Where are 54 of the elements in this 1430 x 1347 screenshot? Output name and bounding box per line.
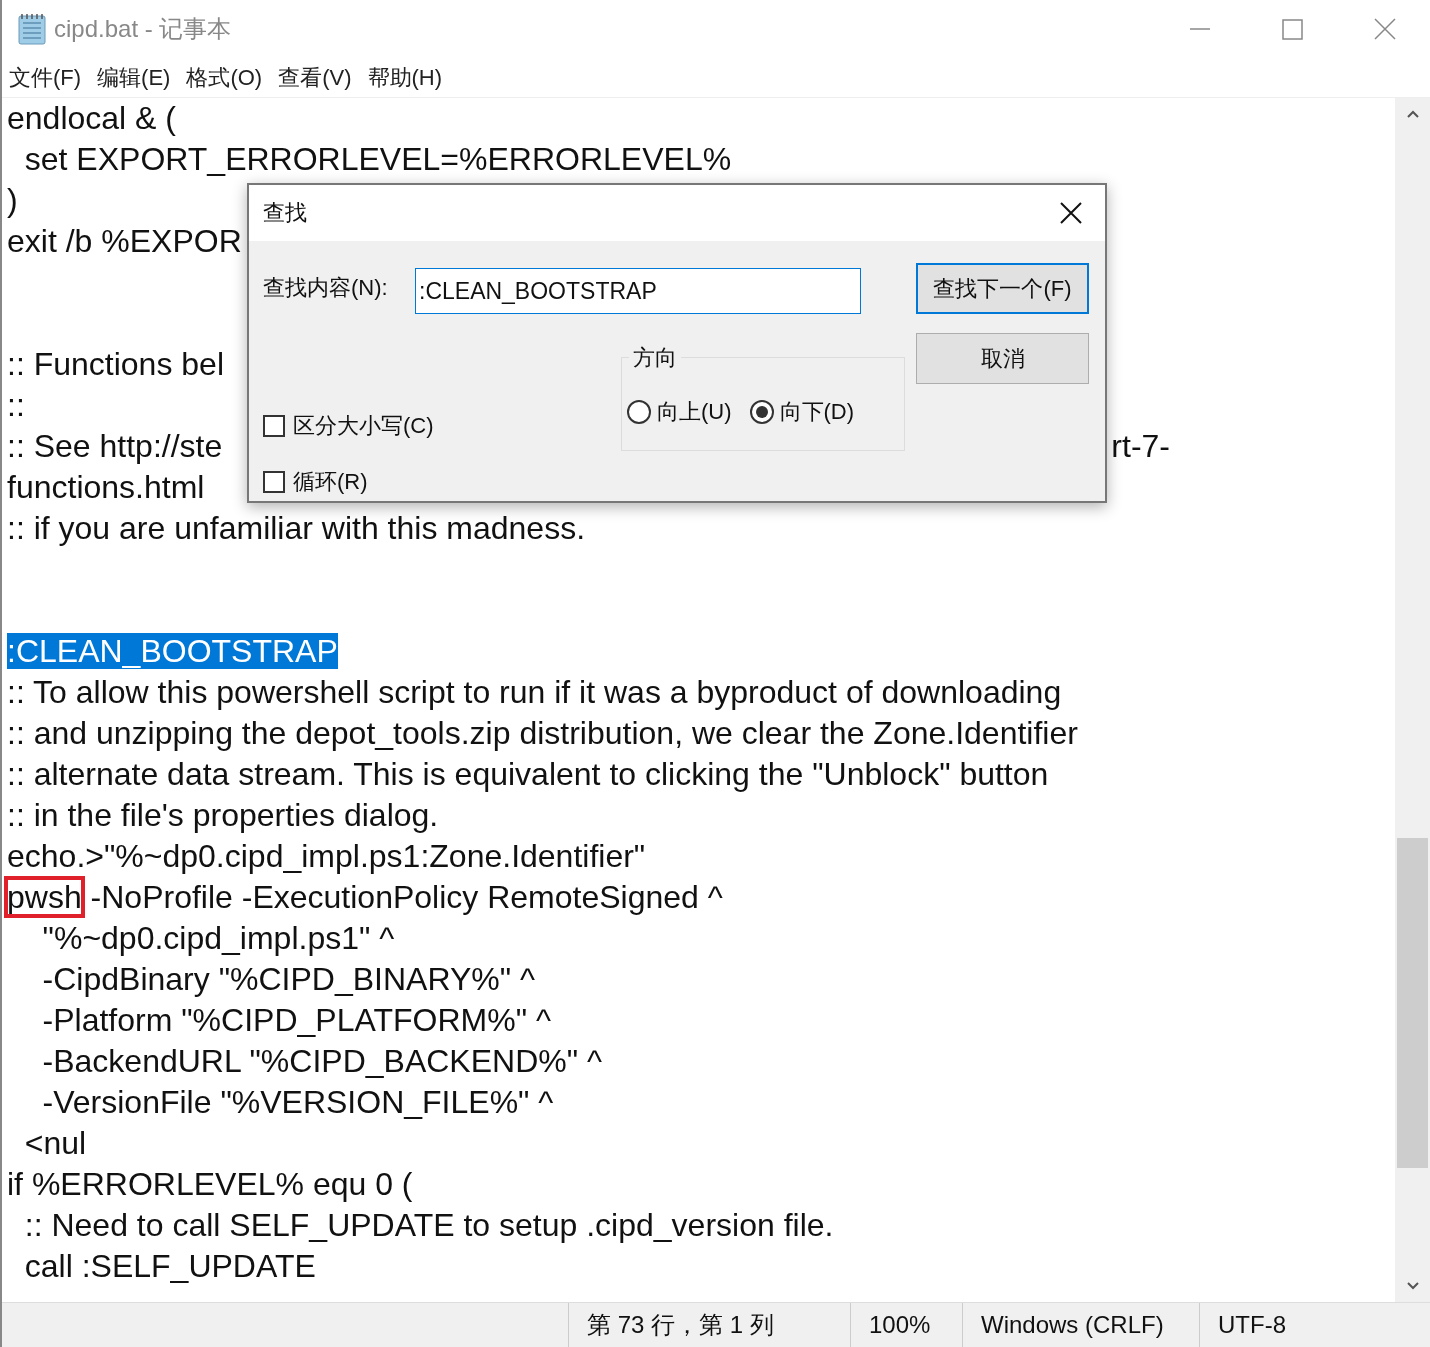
code-line: endlocal & ( — [7, 100, 176, 136]
search-field[interactable]: :CLEAN_BOOTSTRAP — [415, 268, 861, 314]
code-line: :: — [7, 387, 25, 423]
code-line: -NoProfile -ExecutionPolicy RemoteSigned ^ — [89, 879, 723, 915]
checkbox[interactable] — [263, 415, 285, 437]
code-line: :: Functions bel — [7, 346, 224, 382]
code-line: ) — [7, 182, 18, 218]
notepad-icon — [16, 12, 48, 46]
checkbox-label[interactable]: 区分大小写(C) — [293, 411, 434, 441]
checkbox-label[interactable]: 循环(R) — [293, 467, 368, 497]
code-line: -VersionFile "%VERSION_FILE%" ^ — [41, 1084, 554, 1120]
code-line: if %ERRORLEVEL% equ 0 ( — [7, 1166, 413, 1202]
code-line: :: in the file's properties dialog. — [7, 797, 439, 833]
code-line: set EXPORT_ERRORLEVEL=%ERRORLEVEL% — [23, 141, 732, 177]
code-line: echo.>"%~dp0.cipd_impl.ps1:Zone.Identifier" — [7, 838, 646, 874]
code-line: :: if you are unfamiliar with this madness. — [7, 510, 585, 546]
menu-item[interactable]: 帮助(H) — [366, 60, 444, 95]
menu-item[interactable]: 查看(V) — [277, 60, 353, 95]
code-line: exit /b %EXPOR — [7, 223, 242, 259]
code-line: rt-7- — [1111, 427, 1170, 466]
dialog-title: 查找 — [263, 199, 307, 227]
code-line: "%~dp0.cipd_impl.ps1" ^ — [41, 920, 395, 956]
field-label: 查找内容(N): — [263, 274, 388, 302]
menu-item[interactable]: 格式(O) — [185, 60, 264, 95]
code-line: :: See http://ste — [7, 427, 223, 466]
radio-label[interactable]: 向下(D) — [779, 397, 855, 427]
code-line: -Platform "%CIPD_PLATFORM%" ^ — [41, 1002, 551, 1038]
radio-button[interactable] — [627, 400, 651, 424]
code-line: call :SELF_UPDATE — [23, 1248, 316, 1284]
status-text: 第 73 行，第 1 列 — [568, 1303, 850, 1347]
dialog-button[interactable]: 查找下一个(F) — [916, 263, 1089, 314]
close-button[interactable] — [1059, 201, 1083, 225]
code-line: :: Need to call SELF_UPDATE to setup .cipd_version file. — [23, 1207, 834, 1243]
status-text: UTF-8 — [1199, 1303, 1304, 1347]
radio-label[interactable]: 向上(U) — [657, 397, 732, 427]
menu-item[interactable]: 编辑(E) — [96, 60, 172, 95]
highlighted-word: pwsh — [7, 879, 82, 915]
code-line: :: and unzipping the depot_tools.zip distribution, we clear the Zone.Identifier — [7, 715, 1078, 751]
selected-text: :CLEAN_BOOTSTRAP — [7, 633, 338, 669]
checkbox[interactable] — [263, 471, 285, 493]
status-text: 100% — [850, 1303, 962, 1347]
code-line: -BackendURL "%CIPD_BACKEND%" ^ — [41, 1043, 602, 1079]
status-text: Windows (CRLF) — [962, 1303, 1199, 1347]
menu-item[interactable]: 文件(F) — [8, 60, 83, 95]
scroll-thumb[interactable] — [1397, 838, 1428, 1168]
code-line: -CipdBinary "%CIPD_BINARY%" ^ — [41, 961, 535, 997]
window-title: cipd.bat - 记事本 — [54, 14, 232, 44]
code-line: :: alternate data stream. This is equivalent to clicking the "Unblock" button — [7, 756, 1049, 792]
code-line: functions.html — [7, 469, 205, 505]
radio-button[interactable] — [749, 400, 774, 424]
code-line: <nul — [23, 1125, 87, 1161]
code-line: :: To allow this powershell script to run if it was a byproduct of downloading — [7, 674, 1062, 710]
dialog-button[interactable]: 取消 — [916, 333, 1089, 384]
scrollbar[interactable] — [1395, 98, 1430, 1302]
